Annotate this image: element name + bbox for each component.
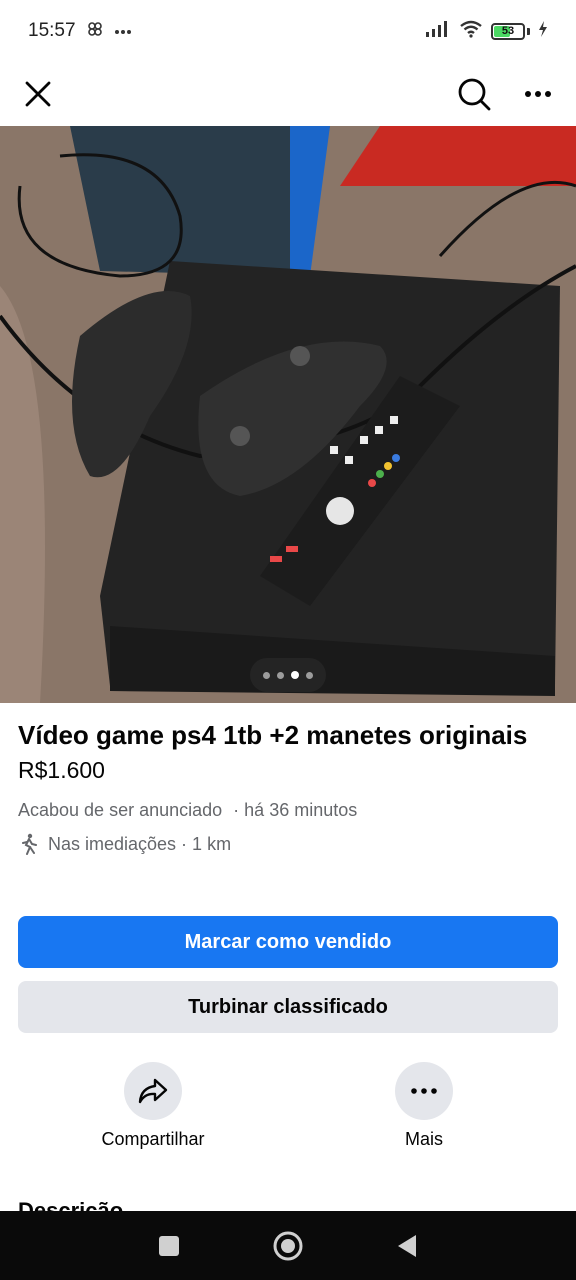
back-triangle-icon	[397, 1234, 416, 1257]
wifi-icon	[459, 20, 483, 43]
status-time: 15:57	[28, 20, 76, 41]
photo-dot-active[interactable]	[291, 671, 299, 679]
battery-icon: 53	[491, 22, 525, 40]
battery-level: 53	[501, 25, 515, 37]
description-heading: Descrição	[18, 1198, 124, 1212]
listing-details: Vídeo game ps4 1tb +2 manetes originais …	[18, 718, 558, 855]
home-button[interactable]	[268, 1226, 308, 1266]
share-icon	[138, 1078, 168, 1104]
more-button[interactable]	[395, 1062, 453, 1120]
more-label: Mais	[404, 1129, 443, 1149]
more-horizontal-icon	[525, 91, 551, 97]
back-button[interactable]	[387, 1226, 427, 1266]
square-icon	[159, 1235, 180, 1256]
mark-as-sold-button[interactable]: Marcar como vendido	[18, 916, 558, 968]
app-bar	[0, 62, 576, 126]
boost-listing-button[interactable]: Turbinar classificado	[18, 981, 558, 1033]
system-nav-bar	[0, 1211, 576, 1280]
walking-icon	[22, 833, 37, 855]
share-action[interactable]: Compartilhar	[73, 1062, 233, 1150]
more-options-button[interactable]	[518, 74, 558, 114]
battery-cap	[527, 27, 530, 35]
status-bar: 15:57 53	[0, 0, 576, 62]
close-button[interactable]	[18, 74, 58, 114]
photo-dot[interactable]	[263, 671, 270, 679]
listing-meta: Acabou de ser anunciado · há 36 minutos	[18, 800, 558, 821]
more-action[interactable]: Mais	[344, 1062, 504, 1150]
signal-icon	[425, 20, 451, 43]
location-text: Nas imediações · 1 km	[48, 833, 232, 854]
share-button[interactable]	[124, 1062, 182, 1120]
listing-price: R$1.600	[18, 757, 105, 783]
photo-pager[interactable]	[250, 658, 326, 692]
listed-status: Acabou de ser anunciado	[18, 800, 223, 820]
circle-icon	[273, 1231, 303, 1260]
photo-dot[interactable]	[306, 671, 313, 679]
listing-location[interactable]: Nas imediações · 1 km	[18, 833, 558, 855]
notification-icon	[86, 20, 104, 43]
listed-time: · há 36 minutos	[233, 800, 358, 820]
close-icon	[25, 81, 51, 107]
listing-actions: Compartilhar Mais	[0, 1062, 576, 1162]
listing-photo[interactable]	[0, 126, 576, 703]
listing-title: Vídeo game ps4 1tb +2 manetes originais	[18, 720, 528, 750]
listing-photo-image	[0, 126, 576, 703]
photo-dot[interactable]	[277, 671, 284, 679]
more-horizontal-icon	[411, 1088, 437, 1094]
search-button[interactable]	[454, 74, 494, 114]
share-label: Compartilhar	[101, 1129, 205, 1149]
charging-icon	[538, 20, 548, 42]
recents-button[interactable]	[149, 1226, 189, 1266]
search-icon	[458, 78, 491, 111]
more-notifications-icon	[114, 22, 132, 40]
